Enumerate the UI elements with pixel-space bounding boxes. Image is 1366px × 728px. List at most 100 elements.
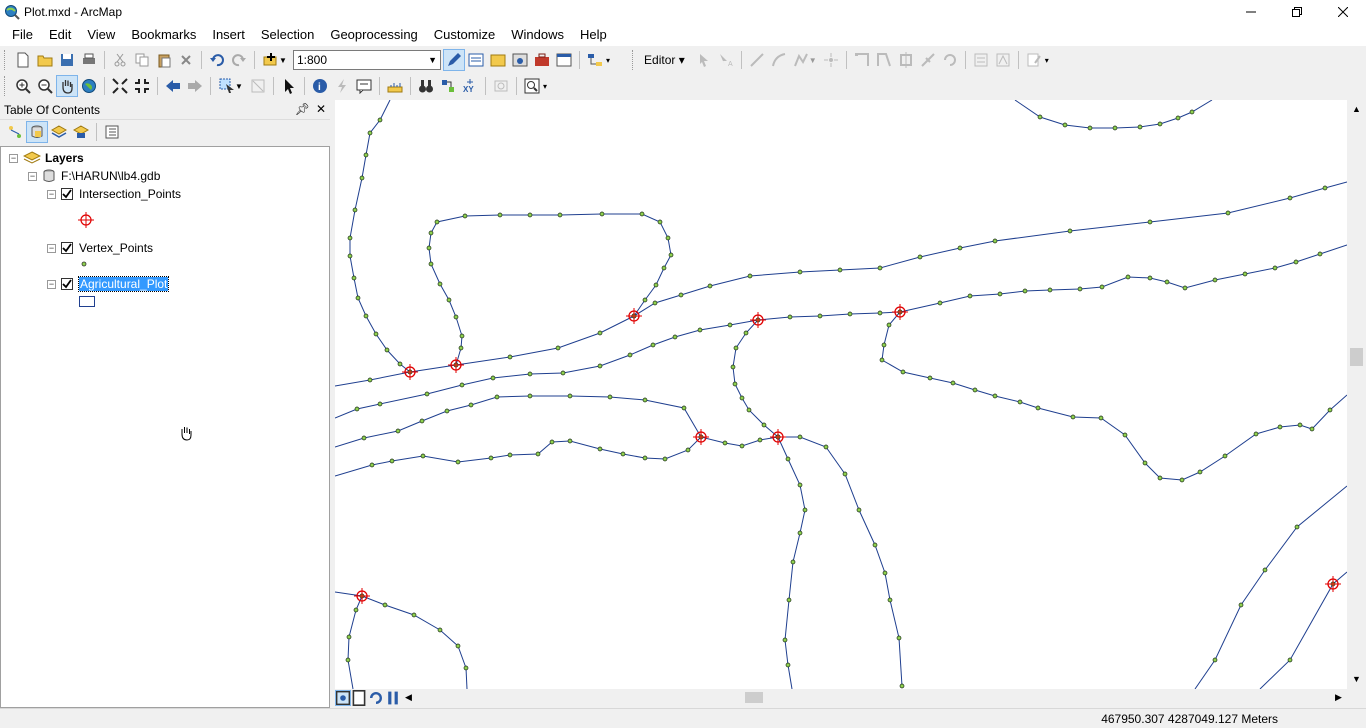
vertex-point[interactable] (837, 267, 843, 273)
vertex-point[interactable] (527, 371, 533, 377)
vertex-point[interactable] (363, 152, 369, 158)
intersection-point[interactable] (892, 304, 908, 320)
vertex-point[interactable] (881, 342, 887, 348)
scroll-down-icon[interactable]: ▼ (1352, 674, 1361, 684)
redo-button[interactable] (228, 49, 250, 71)
edit-vertices-button[interactable] (851, 49, 873, 71)
menu-geoprocessing[interactable]: Geoprocessing (322, 24, 425, 46)
vertex-point[interactable] (1017, 399, 1023, 405)
vertex-point[interactable] (599, 211, 605, 217)
vertex-point[interactable] (668, 252, 674, 258)
split-tool-button[interactable] (917, 49, 939, 71)
attributes-button[interactable] (970, 49, 992, 71)
vertex-point[interactable] (1098, 415, 1104, 421)
vertex-point[interactable] (367, 377, 373, 383)
identify-button[interactable]: i (309, 75, 331, 97)
cut-polygons-button[interactable] (895, 49, 917, 71)
menu-windows[interactable]: Windows (503, 24, 572, 46)
vertex-point[interactable] (1222, 453, 1228, 459)
geodatabase-node[interactable]: − F:\HARUN\lb4.gdb (28, 168, 160, 184)
clear-selection-button[interactable] (247, 75, 269, 97)
vertex-point[interactable] (497, 212, 503, 218)
vertex-point[interactable] (428, 230, 434, 236)
vertex-point[interactable] (488, 455, 494, 461)
vertex-point[interactable] (426, 245, 432, 251)
intersection-point[interactable] (448, 357, 464, 373)
vertex-point[interactable] (967, 293, 973, 299)
intersection-point[interactable] (402, 364, 418, 380)
layer-agricultural-plot[interactable]: − Agricultural_Plot (47, 276, 170, 292)
vertex-point[interactable] (1070, 414, 1076, 420)
vertex-point[interactable] (397, 361, 403, 367)
vertex-point[interactable] (937, 300, 943, 306)
plot-boundary-line[interactable] (335, 395, 702, 448)
save-button[interactable] (56, 49, 78, 71)
toc-options-button[interactable] (101, 121, 123, 143)
sketch-properties-button[interactable] (992, 49, 1014, 71)
toolbar-overflow-icon[interactable]: ▾ (1045, 56, 1049, 65)
menu-insert[interactable]: Insert (204, 24, 253, 46)
vertex-point[interactable] (747, 273, 753, 279)
editor-menu[interactable]: Editor ▾ (644, 53, 685, 67)
straight-segment-button[interactable] (746, 49, 768, 71)
vertex-point[interactable] (782, 637, 788, 643)
vertex-point[interactable] (507, 452, 513, 458)
vertex-point[interactable] (1294, 524, 1300, 530)
vertex-point[interactable] (567, 438, 573, 444)
zoom-in-button[interactable] (12, 75, 34, 97)
vertex-point[interactable] (657, 219, 663, 225)
vertex-point[interactable] (1317, 251, 1323, 257)
vertex-point[interactable] (567, 393, 573, 399)
vertex-point[interactable] (797, 482, 803, 488)
crosshair-symbol-icon[interactable] (78, 212, 94, 228)
vertex-point[interactable] (1272, 265, 1278, 271)
vertex-point[interactable] (877, 310, 883, 316)
menu-view[interactable]: View (79, 24, 123, 46)
print-button[interactable] (78, 49, 100, 71)
catalog-button[interactable] (487, 49, 509, 71)
vertex-point[interactable] (802, 507, 808, 513)
vertex-point[interactable] (642, 397, 648, 403)
plot-boundary-line[interactable] (881, 311, 1347, 481)
vertex-point[interactable] (900, 369, 906, 375)
open-button[interactable] (34, 49, 56, 71)
vertex-point[interactable] (1197, 469, 1203, 475)
vertex-point[interactable] (685, 447, 691, 453)
vertex-point[interactable] (652, 300, 658, 306)
vertex-point[interactable] (856, 507, 862, 513)
add-data-button[interactable]: ▼ (259, 49, 291, 71)
refresh-view-button[interactable] (367, 690, 385, 706)
vertex-point[interactable] (722, 440, 728, 446)
close-button[interactable] (1320, 0, 1366, 24)
vertex-point[interactable] (353, 607, 359, 613)
edit-tool-button[interactable] (693, 49, 715, 71)
vertex-point[interactable] (446, 297, 452, 303)
polygon-symbol-icon[interactable] (79, 296, 95, 307)
list-by-visibility-button[interactable] (48, 121, 70, 143)
vertex-point[interactable] (1297, 422, 1303, 428)
plot-boundary-line[interactable] (335, 315, 635, 387)
intersection-point[interactable] (626, 308, 642, 324)
vertex-point[interactable] (1035, 405, 1041, 411)
vertex-point[interactable] (1164, 279, 1170, 285)
map-scale-dropdown[interactable]: 1:800 ▼ (293, 50, 441, 70)
vertex-point[interactable] (653, 282, 659, 288)
select-elements-button[interactable] (278, 75, 300, 97)
vertex-point[interactable] (697, 327, 703, 333)
search-window-button[interactable] (509, 49, 531, 71)
undo-button[interactable] (206, 49, 228, 71)
vertex-point[interactable] (627, 352, 633, 358)
vertex-point[interactable] (351, 275, 357, 281)
vertex-point[interactable] (1225, 210, 1231, 216)
find-button[interactable] (415, 75, 437, 97)
vertex-point[interactable] (1022, 288, 1028, 294)
modelbuilder-button[interactable] (584, 49, 606, 71)
menu-file[interactable]: File (4, 24, 41, 46)
pin-icon[interactable]: 📌︎ (295, 102, 310, 116)
map-canvas[interactable] (335, 100, 1347, 689)
fixed-zoom-in-button[interactable] (109, 75, 131, 97)
vertex-point[interactable] (1262, 567, 1268, 573)
fixed-zoom-out-button[interactable] (131, 75, 153, 97)
vertex-point[interactable] (896, 635, 902, 641)
pause-drawing-button[interactable] (385, 690, 401, 706)
